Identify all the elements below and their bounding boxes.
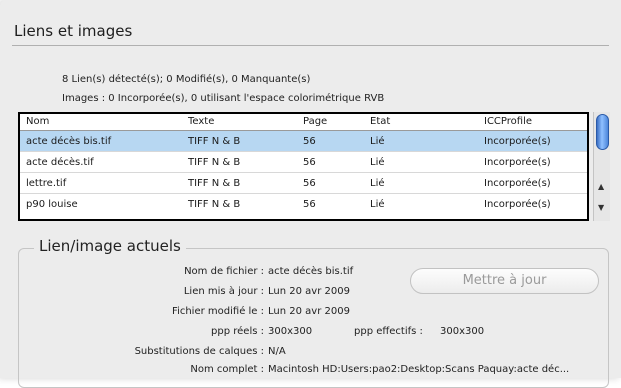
cell-etat: Lié bbox=[370, 199, 385, 210]
cell-page: 56 bbox=[303, 136, 316, 147]
column-header-texte[interactable]: Texte bbox=[188, 116, 214, 127]
table-header: Nom Texte Page Etat ICCProfile bbox=[20, 114, 587, 131]
column-header-page[interactable]: Page bbox=[303, 116, 327, 127]
cell-etat: Lié bbox=[370, 178, 385, 189]
scroll-up-arrow-icon[interactable]: ▲ bbox=[598, 182, 604, 191]
cell-page: 56 bbox=[303, 199, 316, 210]
table-row[interactable]: acte décès bis.tif TIFF N & B 56 Lié Inc… bbox=[20, 131, 587, 152]
cell-iccprofile: Incorporée(s) bbox=[484, 136, 551, 147]
full-name-value: Macintosh HD:Users:pao2:Desktop:Scans Pa… bbox=[268, 364, 570, 375]
cell-nom: lettre.tif bbox=[26, 178, 67, 189]
layer-overrides-value: N/A bbox=[268, 346, 286, 357]
cell-etat: Lié bbox=[370, 136, 385, 147]
links-table: Nom Texte Page Etat ICCProfile acte décè… bbox=[18, 112, 589, 221]
column-header-nom[interactable]: Nom bbox=[26, 116, 49, 127]
scrollbar-thumb[interactable] bbox=[596, 114, 609, 150]
ppi-effective-label: ppp effectifs : bbox=[354, 326, 423, 337]
cell-nom: acte décès bis.tif bbox=[26, 136, 112, 147]
full-name-label: Nom complet : bbox=[190, 364, 264, 375]
cell-iccprofile: Incorporée(s) bbox=[484, 157, 551, 168]
link-updated-label: Lien mis à jour : bbox=[183, 286, 264, 297]
cell-nom: acte décès.tif bbox=[26, 157, 94, 168]
table-row[interactable]: acte décès.tif TIFF N & B 56 Lié Incorpo… bbox=[20, 152, 587, 173]
link-updated-value: Lun 20 avr 2009 bbox=[268, 286, 350, 297]
table-row[interactable]: p90 louise TIFF N & B 56 Lié Incorporée(… bbox=[20, 194, 587, 214]
filename-value: acte décès bis.tif bbox=[268, 266, 354, 277]
links-summary: 8 Lien(s) détecté(s); 0 Modifié(s), 0 Ma… bbox=[62, 74, 311, 85]
section-divider bbox=[12, 45, 609, 46]
cell-texte: TIFF N & B bbox=[188, 157, 241, 168]
cell-page: 56 bbox=[303, 157, 316, 168]
cell-nom: p90 louise bbox=[26, 199, 78, 210]
cell-page: 56 bbox=[303, 178, 316, 189]
cell-iccprofile: Incorporée(s) bbox=[484, 178, 551, 189]
file-modified-label: Fichier modifié le : bbox=[172, 306, 264, 317]
images-summary: Images : 0 Incorporée(s), 0 utilisant l'… bbox=[62, 93, 385, 104]
table-row[interactable]: lettre.tif TIFF N & B 56 Lié Incorporée(… bbox=[20, 173, 587, 194]
table-scrollbar[interactable]: ▲ ▼ bbox=[593, 112, 610, 221]
update-button[interactable]: Mettre à jour bbox=[410, 268, 599, 294]
links-panel: Liens et images 8 Lien(s) détecté(s); 0 … bbox=[0, 0, 621, 388]
scroll-down-arrow-icon[interactable]: ▼ bbox=[598, 203, 604, 212]
cell-texte: TIFF N & B bbox=[188, 178, 241, 189]
column-header-iccprofile[interactable]: ICCProfile bbox=[484, 116, 532, 127]
file-modified-value: Lun 20 avr 2009 bbox=[268, 306, 350, 317]
ppi-effective-value: 300x300 bbox=[440, 326, 485, 337]
cell-texte: TIFF N & B bbox=[188, 136, 241, 147]
current-link-title: Lien/image actuels bbox=[34, 237, 186, 255]
section-title: Liens et images bbox=[14, 22, 133, 40]
ppi-actual-label: ppp réels : bbox=[211, 326, 264, 337]
layer-overrides-label: Substitutions de calques : bbox=[134, 346, 264, 357]
column-header-etat[interactable]: Etat bbox=[370, 116, 390, 127]
ppi-actual-value: 300x300 bbox=[268, 326, 313, 337]
cell-texte: TIFF N & B bbox=[188, 199, 241, 210]
cell-iccprofile: Incorporée(s) bbox=[484, 199, 551, 210]
cell-etat: Lié bbox=[370, 157, 385, 168]
filename-label: Nom de fichier : bbox=[184, 266, 264, 277]
